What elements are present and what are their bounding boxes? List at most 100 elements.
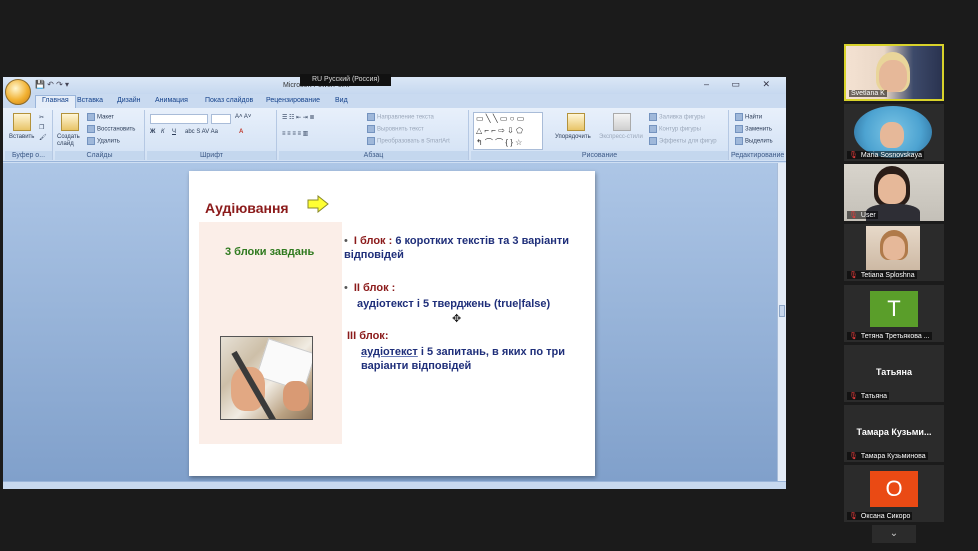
participant-name-text: Татьяна — [860, 393, 887, 400]
group-clipboard: Вставить ✂ ❐ 🖌 Буфер о... — [5, 110, 53, 160]
shared-screen: 💾 ↶ ↷ ▾ Microsoft PowerPoint – ▭ ✕ Главн… — [3, 77, 786, 489]
participant-tile[interactable]: O 🎙 Оксана Сикоро — [844, 465, 944, 522]
bold-button[interactable]: Ж — [150, 129, 155, 135]
participant-name: Svetlana K — [849, 90, 887, 97]
cut-icon[interactable]: ✂ — [39, 114, 44, 121]
participant-tile[interactable]: Svetlana K — [844, 44, 944, 101]
slide[interactable]: Аудіювання 3 блоки завдань • І блок : 6 к… — [189, 171, 595, 476]
participant-tile[interactable]: 🎙 Tetiana Sploshna — [844, 224, 944, 281]
bullet-block-1: • І блок : 6 коротких текстів та 3 варіан… — [344, 235, 569, 261]
layout-button[interactable]: Макет — [87, 113, 114, 121]
shape-fill-button[interactable]: Заливка фигуры — [649, 113, 705, 121]
participant-name: 🎙 Tetiana Sploshna — [847, 271, 917, 279]
select-button[interactable]: Выделить — [735, 137, 773, 145]
scrollbar-thumb[interactable] — [779, 305, 785, 317]
ribbon-tabs: Главная Вставка Дизайн Анимация Показ сл… — [3, 94, 786, 108]
underline-button[interactable]: Ч — [172, 129, 176, 135]
select-icon — [735, 137, 743, 145]
window-controls[interactable]: – ▭ ✕ — [704, 79, 780, 90]
new-slide-button[interactable]: Создать слайд — [57, 134, 87, 148]
reset-icon — [87, 125, 95, 133]
participant-name-text: Tetiana Sploshna — [860, 272, 915, 279]
bullet-block-3: аудіотекст і 5 запитань, в яких по три в… — [361, 345, 586, 373]
replace-label: Заменить — [745, 126, 772, 133]
smartart-button[interactable]: Преобразовать в SmartArt — [367, 137, 450, 145]
group-title-editing: Редактирование — [731, 151, 785, 160]
group-title-drawing: Рисование — [471, 151, 728, 160]
group-title-slides: Слайды — [55, 151, 144, 160]
participant-avatar: T — [870, 291, 918, 327]
format-painter-icon[interactable]: 🖌 — [39, 134, 47, 141]
muted-mic-icon: 🎙 — [849, 393, 858, 400]
align-text-label: Выровнять текст — [377, 126, 424, 133]
align-text-button[interactable]: Выровнять текст — [367, 125, 424, 133]
font-name-input[interactable] — [150, 114, 208, 124]
copy-icon[interactable]: ❐ — [39, 124, 44, 131]
list-icons[interactable]: ☰ ☷ ⇤ ⇥ ≣ — [282, 114, 315, 121]
photo-hand-2 — [283, 381, 309, 411]
shape-effects-button[interactable]: Эффекты для фигур — [649, 137, 717, 145]
italic-button[interactable]: К — [161, 129, 165, 135]
layout-label: Макет — [97, 114, 114, 121]
block1-name: І блок : — [353, 235, 393, 247]
block3-text-a: аудіотекст — [361, 346, 418, 358]
font-grow-shrink-icon[interactable]: A˄ A˅ — [235, 114, 251, 120]
participant-face — [879, 60, 907, 92]
text-direction-label: Направление текста — [377, 114, 434, 121]
tab-animation[interactable]: Анимация — [155, 97, 188, 104]
vertical-scrollbar[interactable] — [777, 163, 786, 481]
reset-button[interactable]: Восстановить — [87, 125, 135, 133]
group-title-paragraph: Абзац — [279, 151, 468, 160]
tab-insert[interactable]: Вставка — [77, 97, 103, 104]
slide-photo — [220, 336, 313, 420]
participant-name: 🎙 User — [847, 211, 878, 219]
slide-title: Аудіювання — [205, 200, 289, 216]
participant-tile[interactable]: 🎙 User — [844, 164, 944, 221]
tab-home[interactable]: Главная — [35, 95, 76, 108]
bullet-block-2: • ІІ блок : — [344, 282, 396, 294]
tab-design[interactable]: Дизайн — [117, 97, 141, 104]
paste-button[interactable]: Вставить — [9, 134, 34, 140]
font-effects-icon[interactable]: abc S AV Aa — [185, 129, 218, 135]
arrange-button[interactable]: Упорядочить — [555, 134, 591, 140]
tab-review[interactable]: Рецензирование — [266, 97, 320, 104]
font-size-input[interactable] — [211, 114, 231, 124]
language-indicator[interactable]: RU Русский (Россия) — [300, 74, 391, 86]
participant-tile[interactable]: 🎙 Maria Sosnovskaya — [844, 104, 944, 161]
participant-name: 🎙 Оксана Сикоро — [847, 512, 913, 520]
align-text-icon — [367, 125, 375, 133]
group-title-font: Шрифт — [147, 151, 276, 160]
find-icon — [735, 113, 743, 121]
text-direction-button[interactable]: Направление текста — [367, 113, 434, 121]
paste-icon[interactable] — [13, 113, 31, 131]
reset-label: Восстановить — [97, 126, 136, 133]
muted-mic-icon: 🎙 — [849, 513, 858, 520]
quick-styles-button[interactable]: Экспресс-стили — [599, 134, 643, 140]
participant-tile[interactable]: Татьяна 🎙 Татьяна — [844, 345, 944, 402]
delete-slide-button[interactable]: Удалить — [87, 137, 120, 145]
slide-work-area: Аудіювання 3 блоки завдань • І блок : 6 к… — [3, 163, 786, 489]
font-color-icon[interactable]: A — [239, 129, 243, 135]
group-editing: Найти Заменить Выделить Редактирование — [731, 110, 784, 160]
quick-access-toolbar[interactable]: 💾 ↶ ↷ ▾ — [35, 80, 69, 89]
new-slide-icon[interactable] — [61, 113, 79, 131]
quick-styles-icon[interactable] — [613, 113, 631, 131]
participant-tile[interactable]: T 🎙 Тетяна Третьякова ... — [844, 285, 944, 342]
participant-name: 🎙 Тетяна Третьякова ... — [847, 332, 932, 340]
more-participants-button[interactable]: ⌄ — [872, 525, 916, 543]
arrange-icon[interactable] — [567, 113, 585, 131]
participant-tile[interactable]: Тамара Кузьми... 🎙 Тамара Кузьминова — [844, 405, 944, 462]
replace-button[interactable]: Заменить — [735, 125, 772, 133]
shape-fill-icon — [649, 113, 657, 121]
office-button[interactable] — [5, 79, 31, 105]
arrow-right-icon — [307, 195, 329, 213]
tab-slideshow[interactable]: Показ слайдов — [205, 97, 253, 104]
shapes-gallery[interactable]: ▭ ╲ ╲ ▭ ○ ▭ △ ⌐ ⌐ ⇨ ⇩ ⬠ ↰ ⌒ ⌒ { } ☆ — [473, 112, 543, 150]
shape-outline-button[interactable]: Контур фигуры — [649, 125, 701, 133]
find-label: Найти — [745, 114, 763, 121]
align-icons[interactable]: ≡ ≡ ≡ ≡ ▥ — [282, 130, 308, 137]
find-button[interactable]: Найти — [735, 113, 762, 121]
block3-name: ІІІ блок: — [347, 330, 389, 342]
block2-text: аудіотекст і 5 тверджень (true|false) — [357, 298, 551, 310]
tab-view[interactable]: Вид — [335, 97, 348, 104]
